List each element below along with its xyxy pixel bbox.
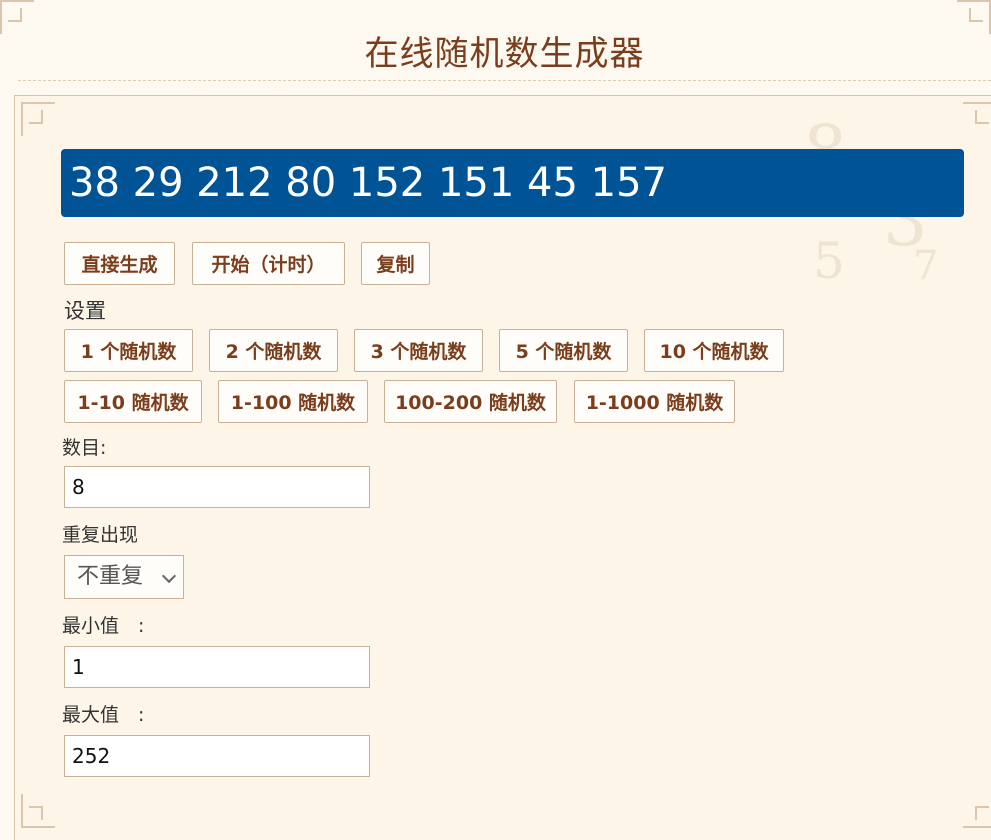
count-input[interactable]: 8 [64,466,370,508]
max-input[interactable]: 252 [64,735,370,777]
result-display: 38 29 212 80 152 151 45 157 [61,149,964,217]
preset-range-1-100-button[interactable]: 1-100 随机数 [218,380,368,423]
panel-corner-bottom-right [963,794,991,828]
start-timed-button[interactable]: 开始（计时） [192,242,345,285]
generate-button[interactable]: 直接生成 [64,242,175,285]
panel-corner-top-right [963,102,991,136]
count-label: 数目: [62,437,107,459]
preset-range-1-1000-button[interactable]: 1-1000 随机数 [574,380,735,423]
random-number-generator-page: 在线随机数生成器 8 3 5 7 38 29 212 80 152 151 45… [0,0,991,840]
page-title: 在线随机数生成器 [364,34,645,74]
panel-corner-top-left [21,102,55,136]
preset-count-10-button[interactable]: 10 个随机数 [644,329,784,372]
panel-corner-bottom-left [21,794,55,828]
preset-count-1-button[interactable]: 1 个随机数 [64,329,193,372]
preset-range-1-10-button[interactable]: 1-10 随机数 [64,380,202,423]
generator-panel: 8 3 5 7 38 29 212 80 152 151 45 157 直接生成… [14,95,991,840]
settings-label: 设置 [64,299,106,323]
preset-range-100-200-button[interactable]: 100-200 随机数 [384,380,557,423]
min-input[interactable]: 1 [64,646,370,688]
repeat-select[interactable]: 不重复 [64,555,184,599]
chevron-down-icon [161,568,177,584]
max-label: 最大值 : [62,704,145,726]
min-label: 最小值 : [62,615,145,637]
copy-button[interactable]: 复制 [361,242,430,285]
preset-count-5-button[interactable]: 5 个随机数 [499,329,628,372]
preset-count-3-button[interactable]: 3 个随机数 [354,329,483,372]
repeat-select-value: 不重复 [77,564,144,589]
repeat-label: 重复出现 [62,524,139,546]
preset-count-2-button[interactable]: 2 个随机数 [209,329,338,372]
page-header: 在线随机数生成器 [18,0,991,81]
